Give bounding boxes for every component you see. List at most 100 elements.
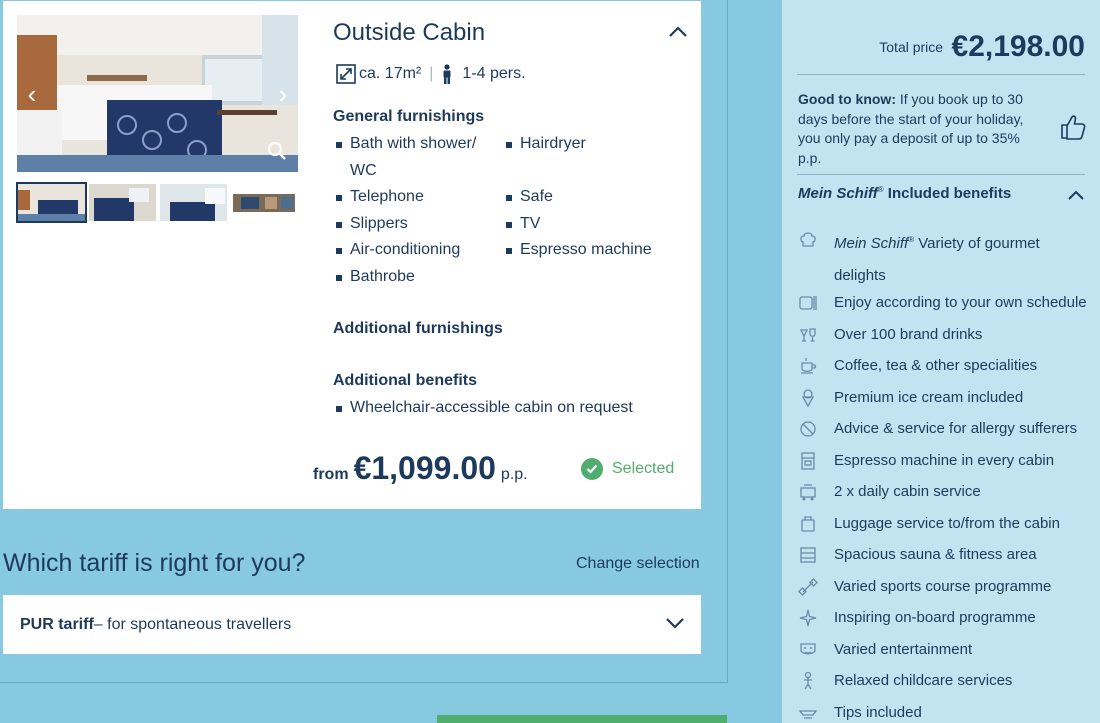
tips-icon: [798, 710, 818, 719]
coffee-cup-icon: [801, 358, 817, 374]
benefits-title: Included benefits: [883, 185, 1012, 202]
drinks-icon: [799, 328, 816, 342]
chevron-up-icon[interactable]: [1067, 188, 1085, 202]
list-item: Bathrobe: [333, 264, 498, 291]
continue-button[interactable]: [437, 715, 727, 723]
photo-thumbnail[interactable]: [89, 184, 156, 221]
spec-divider: |: [429, 65, 434, 82]
price-sidebar: Total price €2,198.00 Good to know: If y…: [782, 0, 1100, 723]
benefit-item: 2 x daily cabin service: [798, 482, 981, 508]
list-item: Air-conditioning: [333, 237, 498, 264]
list-item: Slippers: [333, 211, 498, 238]
general-furnishings-heading: General furnishings: [333, 108, 485, 125]
brand-name: Mein Schiff: [834, 235, 909, 252]
benefit-text: Varied entertainment: [834, 641, 973, 658]
additional-benefits-list: Wheelchair-accessible cabin on request: [333, 395, 673, 422]
cabin-size: ca. 17m²: [359, 65, 422, 82]
cabin-size-icon: [336, 64, 356, 84]
benefit-text: Espresso machine in every cabin: [834, 452, 1055, 469]
benefit-text: Enjoy according to your own schedule: [834, 294, 1087, 311]
price-amount: €1,099.00: [353, 450, 496, 486]
list-item: Hairdryer: [503, 131, 683, 158]
list-item: Espresso machine: [503, 237, 683, 264]
cabin-card: ‹ › Outside Cabin ca. 17m² | 1-4 pers. G…: [3, 1, 701, 509]
total-price-label: Total price: [879, 39, 944, 55]
list-item: TV: [503, 211, 683, 238]
benefit-item: Premium ice cream included: [798, 388, 1023, 414]
previous-photo-arrow-icon[interactable]: ‹: [19, 81, 45, 109]
included-benefits-heading: Mein Schiff® Included benefits: [798, 185, 1011, 202]
additional-furnishings-heading: Additional furnishings: [333, 320, 503, 337]
benefit-text: Relaxed childcare services: [834, 672, 1013, 689]
photo-thumbnail[interactable]: [160, 184, 227, 221]
chevron-up-icon[interactable]: [667, 23, 689, 41]
change-selection-link[interactable]: Change selection: [576, 555, 700, 573]
espresso-machine-icon: [801, 452, 815, 470]
selected-status[interactable]: Selected: [581, 458, 674, 480]
general-furnishings-list-left: Bath with shower/ WC Telephone Slippers …: [333, 131, 498, 290]
price-prefix: from: [313, 466, 349, 483]
total-price-value: €2,198.00: [951, 30, 1085, 63]
cabin-photo[interactable]: ‹ ›: [17, 15, 298, 172]
cabin-title: Outside Cabin: [333, 19, 486, 46]
sauna-icon: [800, 547, 816, 563]
cabin-persons: 1-4 pers.: [462, 65, 526, 82]
sparkle-icon: [799, 609, 817, 627]
benefit-text: 2 x daily cabin service: [834, 483, 981, 500]
benefit-item: Luggage service to/from the cabin: [798, 514, 1060, 540]
benefit-text: Spacious sauna & fitness area: [834, 546, 1037, 563]
main-panel: ‹ › Outside Cabin ca. 17m² | 1-4 pers. G…: [0, 0, 728, 683]
luggage-icon: [801, 516, 815, 532]
tariff-heading: Which tariff is right for you?: [3, 549, 306, 577]
benefit-item: Advice & service for allergy sufferers: [798, 419, 1077, 445]
benefit-item: Over 100 brand drinks: [798, 325, 982, 351]
theatre-mask-icon: [800, 643, 816, 655]
benefit-text: Inspiring on-board programme: [834, 609, 1036, 626]
list-item: Safe: [503, 184, 683, 211]
dumbbell-icon: [798, 578, 818, 596]
person-icon: [443, 64, 451, 84]
additional-benefits-heading: Additional benefits: [333, 372, 477, 389]
check-circle-icon: [581, 458, 603, 480]
benefit-text: Advice & service for allergy sufferers: [834, 420, 1078, 437]
benefit-item: Varied entertainment: [798, 640, 972, 666]
floor-plan-thumbnail[interactable]: [231, 184, 298, 221]
zoom-icon[interactable]: [266, 140, 288, 162]
tariff-dropdown[interactable]: PUR tariff – for spontaneous travellers: [3, 595, 701, 654]
benefit-item: Enjoy according to your own schedule: [798, 293, 1087, 319]
benefit-text: Premium ice cream included: [834, 389, 1024, 406]
price-unit: p.p.: [500, 466, 528, 483]
benefit-item: Tips included: [798, 703, 922, 723]
cabin-specs: ca. 17m² | 1-4 pers.: [336, 64, 526, 84]
allergy-icon: [800, 421, 816, 437]
cabin-service-icon: [800, 484, 816, 501]
childcare-icon: [804, 671, 812, 690]
benefit-item: Inspiring on-board programme: [798, 608, 1036, 634]
benefit-item: Spacious sauna & fitness area: [798, 545, 1037, 571]
tariff-name: PUR tariff: [20, 615, 94, 633]
benefit-text: Coffee, tea & other specialities: [834, 357, 1038, 374]
photo-thumbnail[interactable]: [16, 182, 87, 223]
benefit-text: Luggage service to/from the cabin: [834, 515, 1060, 532]
general-furnishings-list-right: Hairdryer Safe TV Espresso machine: [503, 131, 683, 264]
benefit-text: Tips included: [834, 704, 922, 721]
list-item: Wheelchair-accessible cabin on request: [333, 395, 673, 422]
ice-cream-icon: [801, 389, 815, 408]
thumbs-up-icon: [1061, 115, 1086, 140]
deposit-note-title: Good to know:: [798, 91, 896, 107]
next-photo-arrow-icon[interactable]: ›: [270, 81, 296, 109]
dining-icon: [799, 296, 817, 310]
chef-hat-icon: [800, 232, 816, 247]
benefit-text: Varied sports course programme: [834, 578, 1052, 595]
selected-label: Selected: [612, 460, 675, 477]
divider: [797, 74, 1085, 75]
tariff-description: – for spontaneous travellers: [93, 615, 292, 633]
list-item: Bath with shower/ WC: [333, 131, 498, 184]
brand-name: Mein Schiff: [798, 185, 878, 202]
chevron-down-icon: [666, 618, 684, 629]
deposit-note: Good to know: If you book up to 30 days …: [798, 90, 1043, 168]
total-price: Total price €2,198.00: [782, 30, 1085, 64]
benefit-item: Varied sports course programme: [798, 577, 1051, 603]
divider: [797, 174, 1085, 175]
list-item: Telephone: [333, 184, 498, 211]
